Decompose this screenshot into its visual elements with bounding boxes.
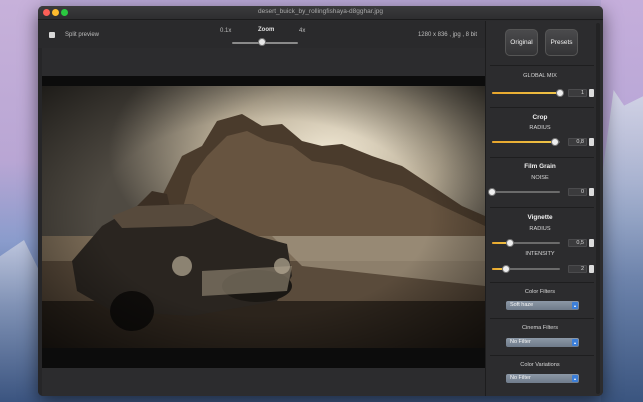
film-grain-noise-stepper[interactable]: [589, 188, 594, 196]
cinema-filters-select[interactable]: No Filter ▴: [506, 338, 579, 347]
crop-radius-stepper[interactable]: [589, 138, 594, 146]
global-mix-slider-fill: [492, 92, 560, 94]
divider: [490, 157, 594, 158]
vignette-radius-stepper[interactable]: [589, 239, 594, 247]
vignette-intensity-slider-knob[interactable]: [501, 265, 510, 273]
vignette-radius-slider-knob[interactable]: [506, 239, 515, 247]
color-variations-selected: No Filter: [510, 375, 531, 381]
color-filters-select[interactable]: Soft haze ▴: [506, 301, 579, 310]
canvas-top-margin: [42, 48, 485, 76]
color-filters-selected: Soft haze: [510, 302, 534, 308]
chevron-updown-icon: ▴: [572, 302, 578, 309]
zoom-min-label: 0.1x: [220, 28, 232, 34]
adjustments-sidebar: Original Presets GLOBAL MIX 1 Crop RADIU…: [485, 21, 603, 396]
vignette-section-title: Vignette: [527, 214, 553, 221]
split-preview-label: Split preview: [65, 32, 100, 38]
split-preview-checkbox[interactable]: [49, 32, 55, 38]
global-mix-slider-knob[interactable]: [556, 89, 564, 97]
film-grain-noise-slider[interactable]: [492, 191, 560, 193]
preview-canvas: [38, 48, 485, 396]
window-title: desert_buick_by_rollingfishaya-d8gghar.j…: [257, 8, 384, 15]
canvas-bottom-margin: [42, 368, 485, 396]
chevron-updown-icon: ▴: [572, 339, 578, 346]
divider: [490, 65, 594, 66]
crop-radius-slider-fill: [492, 141, 556, 143]
crop-section-title: Crop: [532, 114, 548, 121]
photo-frame: [42, 76, 485, 368]
film-grain-noise-label: NOISE: [531, 175, 549, 181]
color-variations-select[interactable]: No Filter ▴: [506, 374, 579, 383]
vignette-intensity-stepper[interactable]: [589, 265, 594, 273]
vignette-radius-value-field[interactable]: 0,5: [568, 239, 587, 247]
color-variations-title: Color Variations: [520, 362, 560, 368]
divider: [490, 355, 594, 356]
vignette-intensity-label: INTENSITY: [525, 251, 555, 257]
film-grain-section-title: Film Grain: [524, 163, 556, 170]
crop-radius-slider-knob[interactable]: [551, 138, 560, 146]
vignette-radius-label: RADIUS: [529, 226, 551, 232]
sidebar-scrollbar[interactable]: [596, 23, 600, 394]
zoom-max-label: 4x: [299, 28, 306, 34]
color-filters-title: Color Filters: [524, 289, 556, 295]
crop-radius-slider[interactable]: [492, 141, 560, 143]
global-mix-slider[interactable]: [492, 92, 560, 94]
app-window: desert_buick_by_rollingfishaya-d8gghar.j…: [38, 6, 603, 396]
divider: [490, 107, 594, 108]
vignette-intensity-value-field[interactable]: 2: [568, 265, 587, 273]
presets-button[interactable]: Presets: [545, 29, 578, 56]
global-mix-stepper[interactable]: [589, 89, 594, 97]
original-button[interactable]: Original: [505, 29, 538, 56]
chevron-updown-icon: ▴: [572, 375, 578, 382]
vignette-radius-slider[interactable]: [492, 242, 560, 244]
global-mix-label: GLOBAL MIX: [523, 73, 557, 79]
zoom-label: Zoom: [258, 27, 275, 33]
crop-radius-label: RADIUS: [529, 125, 551, 131]
cinema-filters-selected: No Filter: [510, 339, 531, 345]
zoom-slider-knob[interactable]: [257, 38, 266, 46]
divider: [490, 282, 594, 283]
divider: [490, 207, 594, 208]
image-info: 1280 x 836 , jpg , 8 bit: [417, 32, 477, 38]
film-grain-noise-slider-knob[interactable]: [488, 188, 496, 196]
desktop-mountain-left: [0, 240, 40, 402]
title-bar: desert_buick_by_rollingfishaya-d8gghar.j…: [38, 6, 603, 20]
crop-radius-value-field[interactable]: 0,8: [568, 138, 587, 146]
divider: [490, 318, 594, 319]
preview-image: [42, 86, 485, 348]
toolbar: Split preview 0.1x Zoom 4x 1280 x 836 , …: [38, 21, 485, 48]
cinema-filters-title: Cinema Filters: [521, 325, 559, 331]
film-grain-noise-value-field[interactable]: 0: [568, 188, 587, 196]
global-mix-value-field[interactable]: 1: [568, 89, 587, 97]
